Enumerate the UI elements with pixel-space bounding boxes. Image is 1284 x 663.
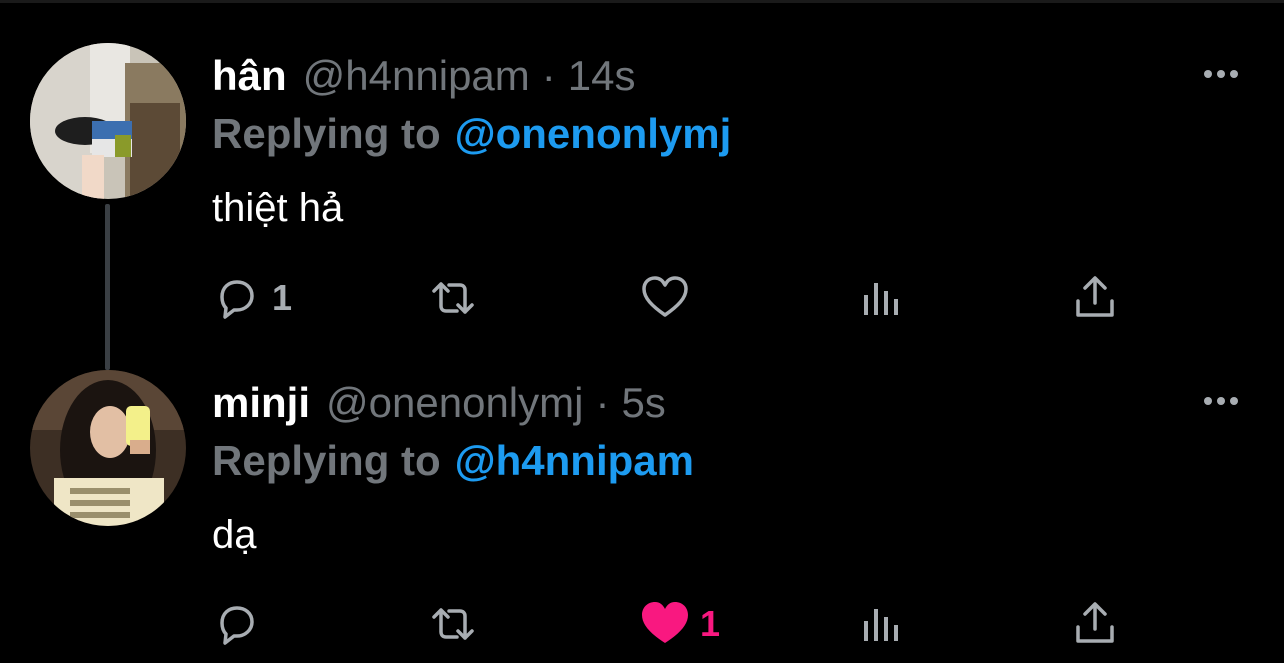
tweet-text: dạ [212,513,257,557]
replying-to-label: Replying to [212,110,441,157]
avatar[interactable] [30,370,186,526]
tweet-header: minji @onenonlymj · 5s [212,378,666,428]
reply-button[interactable] [212,594,272,654]
replying-to-label: Replying to [212,437,441,484]
tweet-thread: hân @h4nnipam · 14s Replying to @onenonly… [0,0,1284,663]
timestamp[interactable]: 14s [568,51,636,101]
replying-to-line: Replying to @h4nnipam [212,436,694,486]
user-handle[interactable]: @h4nnipam [303,51,530,101]
display-name[interactable]: hân [212,51,287,101]
views-button[interactable] [856,268,906,328]
more-horizontal-icon [1204,397,1238,405]
reply-count: 1 [272,277,293,318]
tweet[interactable]: minji @onenonlymj · 5s Replying to @h4nni… [0,370,1284,663]
tweet-text: thiệt hả [212,186,344,230]
avatar[interactable] [30,43,186,199]
tweet-actions: 1 [0,268,1284,328]
tweet-actions: 1 [0,594,1284,654]
reply-button[interactable]: 1 [212,268,292,328]
retweet-button[interactable] [428,594,488,654]
like-count: 1 [700,603,721,644]
views-button[interactable] [856,594,906,654]
reply-bubble-icon [220,606,254,645]
more-options-button[interactable] [1196,59,1246,89]
mention-link[interactable]: @h4nnipam [455,437,694,484]
like-button[interactable]: 1 [640,594,720,654]
timestamp[interactable]: 5s [621,378,665,428]
separator-dot: · [541,52,556,99]
tweet-header: hân @h4nnipam · 14s [212,51,636,101]
heart-icon [642,276,688,317]
profile-photo-icon [30,43,186,199]
tweet[interactable]: hân @h4nnipam · 14s Replying to @onenonly… [0,43,1284,333]
user-handle[interactable]: @onenonlymj [326,378,583,428]
display-name[interactable]: minji [212,378,310,428]
views-bar-chart-icon [864,283,898,315]
replying-to-line: Replying to @onenonlymj [212,109,731,159]
mention-link[interactable]: @onenonlymj [455,110,732,157]
more-horizontal-icon [1204,70,1238,78]
retweet-button[interactable] [428,268,488,328]
retweet-icon [432,608,474,640]
share-button[interactable] [1070,268,1120,328]
share-upload-icon [1076,602,1114,643]
retweet-icon [432,282,474,314]
like-button[interactable] [640,268,700,328]
heart-filled-icon [642,602,688,643]
reply-bubble-icon [220,280,254,319]
share-button[interactable] [1070,594,1120,654]
views-bar-chart-icon [864,609,898,641]
profile-photo-icon [30,370,186,526]
separator-dot: · [595,379,610,426]
share-upload-icon [1076,276,1114,317]
more-options-button[interactable] [1196,386,1246,416]
